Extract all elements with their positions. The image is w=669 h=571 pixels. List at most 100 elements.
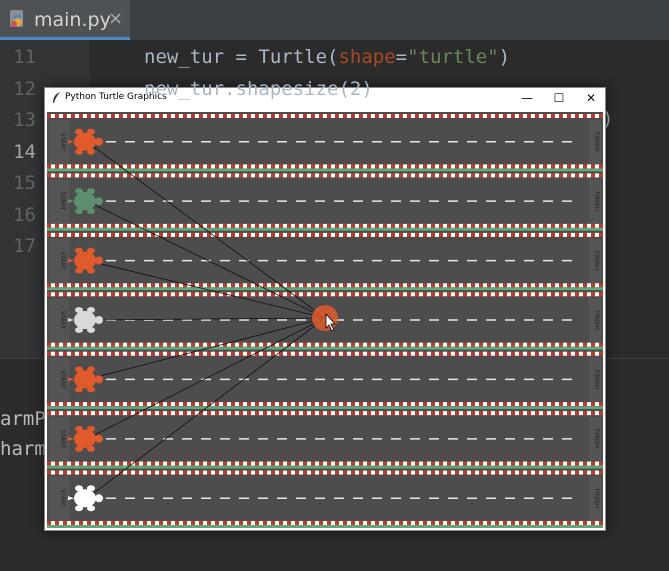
curb-stripe xyxy=(275,223,279,228)
curb-stripe xyxy=(239,402,243,407)
finish-label: FINISH xyxy=(593,310,600,330)
curb-stripe xyxy=(223,411,227,416)
curb-stripe xyxy=(475,461,479,466)
curb-stripe xyxy=(551,521,555,525)
curb-stripe xyxy=(55,164,59,169)
start-checker xyxy=(49,183,53,188)
curb-stripe xyxy=(479,164,483,169)
finish-checker xyxy=(593,124,597,128)
curb-stripe xyxy=(563,223,567,228)
curb-stripe xyxy=(483,173,487,178)
curb-stripe xyxy=(71,223,75,228)
curb-stripe xyxy=(399,461,403,466)
curb-stripe xyxy=(379,173,383,178)
curb-stripe xyxy=(507,292,511,297)
curb-stripe xyxy=(459,114,463,118)
curb-stripe xyxy=(163,114,167,118)
curb-stripe xyxy=(523,470,527,475)
curb-stripe xyxy=(191,470,195,475)
curb-stripe xyxy=(47,342,51,347)
curb-stripe xyxy=(543,292,547,297)
start-checker xyxy=(65,187,69,192)
curb-stripe xyxy=(471,173,475,178)
curb-stripe xyxy=(467,232,471,237)
curb-stripe xyxy=(271,470,275,475)
finish-checker xyxy=(589,302,593,307)
curb-stripe xyxy=(451,292,455,297)
curb-stripe xyxy=(491,351,495,356)
curb-stripe xyxy=(355,232,359,237)
curb-stripe xyxy=(531,470,535,475)
minimize-button[interactable]: — xyxy=(511,88,543,110)
curb-stripe xyxy=(343,411,347,416)
curb-stripe xyxy=(335,292,339,297)
tab-main-py[interactable]: main.py × xyxy=(0,0,130,40)
curb-stripe xyxy=(507,411,511,416)
curb-stripe xyxy=(311,232,315,237)
curb-stripe xyxy=(91,283,95,288)
curb-stripe xyxy=(403,342,407,347)
curb-stripe xyxy=(535,173,539,178)
curb-stripe xyxy=(343,283,347,288)
curb-stripe xyxy=(303,173,307,178)
curb-stripe xyxy=(475,283,479,288)
curb-stripe xyxy=(63,402,67,407)
curb-stripe xyxy=(387,411,391,416)
curb-stripe xyxy=(95,173,99,178)
curb-stripe xyxy=(99,351,103,356)
curb-stripe xyxy=(495,342,499,347)
start-checker xyxy=(53,357,57,362)
curb-stripe xyxy=(151,173,155,178)
curb-stripe xyxy=(507,521,511,525)
curb-stripe xyxy=(431,342,435,347)
curb-stripe xyxy=(555,223,559,228)
start-checker xyxy=(53,516,57,521)
start-checker xyxy=(49,385,53,390)
start-checker xyxy=(49,302,53,307)
curb-stripe xyxy=(207,411,211,416)
curb-stripe xyxy=(555,164,559,169)
curb-stripe xyxy=(483,342,487,347)
curb-stripe xyxy=(443,470,447,475)
curb-stripe xyxy=(59,114,63,118)
turtle-graphics-window[interactable]: Python Turtle Graphics — ☐ ✕ START FINISH… xyxy=(44,87,606,531)
close-window-button[interactable]: ✕ xyxy=(575,88,607,110)
start-checker xyxy=(53,425,57,430)
curb-stripe xyxy=(367,173,371,178)
tab-close-icon[interactable]: × xyxy=(108,8,123,29)
curb-stripe xyxy=(155,164,159,169)
curb-stripe xyxy=(343,292,347,297)
finish-checker xyxy=(593,215,597,220)
curb-stripe xyxy=(91,351,95,356)
race-track-canvas[interactable]: START FINISHSTART FINISHSTART FINISHSTART FI… xyxy=(47,112,603,528)
start-checker xyxy=(57,334,61,339)
curb-stripe xyxy=(71,292,75,297)
curb-stripe xyxy=(579,521,583,525)
finish-checker xyxy=(589,488,593,493)
curb-stripe xyxy=(335,232,339,237)
curb-stripe xyxy=(231,114,235,118)
curb-stripe xyxy=(547,223,551,228)
start-checker xyxy=(57,160,61,164)
curb-stripe xyxy=(431,223,435,228)
curb-stripe xyxy=(139,461,143,466)
maximize-button[interactable]: ☐ xyxy=(543,88,575,110)
curb-stripe xyxy=(515,351,519,356)
curb-stripe xyxy=(291,232,295,237)
curb-stripe xyxy=(399,292,403,297)
line-number: 14 xyxy=(13,140,36,163)
curb-stripe xyxy=(587,114,591,118)
curb-stripe xyxy=(259,164,263,169)
finish-checker xyxy=(589,278,593,283)
curb-stripe xyxy=(95,521,99,525)
curb-stripe xyxy=(471,470,475,475)
curb-stripe xyxy=(431,232,435,237)
curb-stripe xyxy=(507,232,511,237)
start-checker xyxy=(57,417,61,422)
start-checker xyxy=(61,219,65,224)
curb-stripe xyxy=(67,114,71,118)
curb-stripe xyxy=(403,164,407,169)
curb-stripe xyxy=(435,114,439,118)
curb-stripe xyxy=(575,470,579,475)
curb-stripe xyxy=(471,411,475,416)
